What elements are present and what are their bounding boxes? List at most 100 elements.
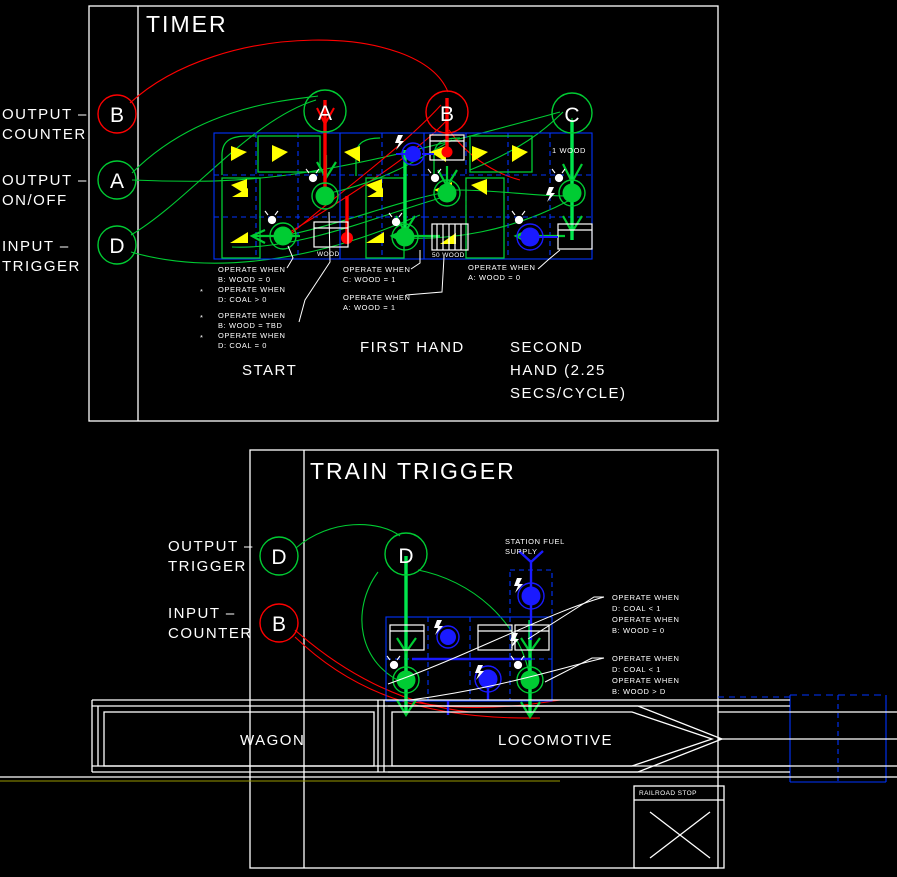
leader-line [387, 596, 605, 685]
section-label-second-hand-3: SECS/CYCLE) [510, 385, 627, 402]
io-node-b[interactable]: B [97, 94, 137, 134]
wire-b-io-to-b-node [129, 39, 449, 104]
annotation-line: D: COAL < 1 [612, 665, 661, 674]
annotation-line: A: WOOD = 1 [343, 303, 396, 312]
io-label-output-trigger-line2: TRIGGER [168, 558, 247, 575]
annotation-line: OPERATE WHEN [612, 615, 679, 624]
circuit-node-letter: D [398, 545, 413, 568]
train-trunk-lines [404, 556, 532, 715]
inserter-node [391, 223, 419, 251]
io-node-a[interactable]: A [97, 160, 137, 200]
wire-a-io-to-a-node [131, 95, 319, 174]
annotation-train-upper: OPERATE WHEN D: COAL < 1 OPERATE WHEN B:… [612, 593, 679, 635]
railroad-stop-box [633, 785, 725, 869]
crate-icon [477, 624, 513, 651]
io-label-input-trigger-line1: INPUT – [2, 238, 70, 255]
io-label-input-counter-line2: COUNTER [168, 625, 253, 642]
section-label-second-hand-2: HAND (2.25 [510, 362, 606, 379]
inserter-node [311, 182, 339, 210]
blue-node [436, 625, 460, 649]
annotation-train-lower: OPERATE WHEN D: COAL < 1 OPERATE WHEN B:… [612, 654, 679, 696]
annotation-start: OPERATE WHEN B: WOOD = 0 * OPERATE WHEN … [200, 265, 285, 350]
circuit-node-letter: A [318, 102, 332, 125]
io-node-letter: B [110, 104, 124, 127]
annotation-line: OPERATE WHEN [343, 293, 410, 302]
timer-belt-arrows [230, 145, 528, 244]
train-io-node-b[interactable]: B [259, 603, 299, 643]
annotation-line: OPERATE WHEN [343, 265, 410, 274]
annotation-line: D: COAL < 1 [612, 604, 661, 613]
inserter-node [269, 222, 297, 250]
station-label-line1: STATION FUEL [505, 537, 565, 546]
annotation-line: OPERATE WHEN [218, 285, 285, 294]
wire-d-io-up [130, 99, 317, 236]
belt-arrow-icon [272, 145, 288, 162]
annotation-line: C: WOOD = 1 [343, 275, 396, 284]
wagon-label: WAGON [240, 732, 305, 749]
crate-label-wood: WOOD [317, 251, 340, 258]
annotation-line: OPERATE WHEN [612, 676, 679, 685]
leader-line [286, 245, 294, 269]
section-label-start: START [242, 362, 297, 379]
io-node-letter: D [109, 235, 124, 258]
belt-seg-1 [257, 135, 321, 173]
lamp-icon [386, 655, 401, 670]
annotation-line: OPERATE WHEN [468, 263, 535, 272]
io-label-input-trigger-line2: TRIGGER [2, 258, 81, 275]
belt-arrow-icon [231, 179, 247, 195]
red-dot-marker [441, 146, 453, 158]
wire-green-cross-5 [404, 199, 571, 239]
annotation-line: B: WOOD > D [612, 687, 666, 696]
train-io-node-d[interactable]: D [259, 536, 299, 576]
train-trigger-panel: TRAIN TRIGGER OUTPUT – TRIGGER INPUT – C… [0, 449, 897, 869]
wire-d-io-to-d-node [295, 524, 401, 549]
annotation-line: B: WOOD = 0 [218, 275, 271, 284]
annotation-first-hand: OPERATE WHEN C: WOOD = 1 OPERATE WHEN A:… [343, 265, 410, 312]
annotation-line: OPERATE WHEN [612, 593, 679, 602]
io-label-output-counter-line2: COUNTER [2, 126, 87, 143]
circuit-node-letter: C [564, 104, 579, 127]
leader-line [544, 657, 604, 683]
annotation-marker: * [200, 287, 204, 296]
blue-node [401, 142, 425, 166]
wire-d-loop-right [417, 569, 531, 679]
annotation-line: B: WOOD = 0 [612, 626, 665, 635]
belt-arrow-icon [230, 232, 248, 243]
belt-arrow-icon [344, 146, 360, 162]
belt-arrow-icon [366, 232, 384, 243]
io-label-output-onoff-line1: OUTPUT – [2, 172, 88, 189]
train-panel-title: TRAIN TRIGGER [310, 458, 516, 484]
train-drawing [0, 699, 897, 869]
leader-line [405, 256, 445, 296]
section-label-second-hand-1: SECOND [510, 339, 583, 356]
station-fuel-supply-label: STATION FUEL SUPPLY [505, 537, 565, 556]
blue-node [517, 582, 545, 610]
annotation-line: OPERATE WHEN [218, 331, 285, 340]
belt-arrow-icon [471, 179, 487, 195]
inserter-node [433, 179, 461, 207]
inserter-node [558, 179, 586, 207]
belt-arrow-icon [231, 146, 247, 161]
locomotive-label: LOCOMOTIVE [498, 732, 613, 749]
inserter-node [516, 666, 544, 694]
io-node-letter: D [271, 546, 286, 569]
annotation-line: OPERATE WHEN [612, 654, 679, 663]
belt-arrow-icon [472, 146, 488, 162]
io-node-d[interactable]: D [97, 225, 137, 265]
station-label-line2: SUPPLY [505, 547, 538, 556]
belt-arrow-icon [512, 145, 528, 162]
circuit-node-letter: B [440, 103, 454, 126]
wire-green-cross-2 [282, 191, 448, 237]
annotation-line: B: WOOD = TBD [218, 321, 283, 330]
annotation-marker: * [200, 333, 204, 342]
timer-panel: TIMER OUTPUT – COUNTER OUTPUT – ON/OFF I… [2, 5, 719, 422]
io-node-letter: A [110, 170, 124, 193]
annotation-line: D: COAL > 0 [218, 295, 267, 304]
section-label-first-hand: FIRST HAND [360, 339, 465, 356]
railroad-stop-label: RAILROAD STOP [639, 790, 697, 797]
crate-label-1-wood: 1 WOOD [552, 146, 586, 155]
leader-line [527, 596, 604, 640]
diagram-svg: TIMER OUTPUT – COUNTER OUTPUT – ON/OFF I… [0, 5, 897, 869]
inserter-node [392, 666, 420, 694]
annotation-second-hand: OPERATE WHEN A: WOOD = 0 [468, 263, 535, 282]
